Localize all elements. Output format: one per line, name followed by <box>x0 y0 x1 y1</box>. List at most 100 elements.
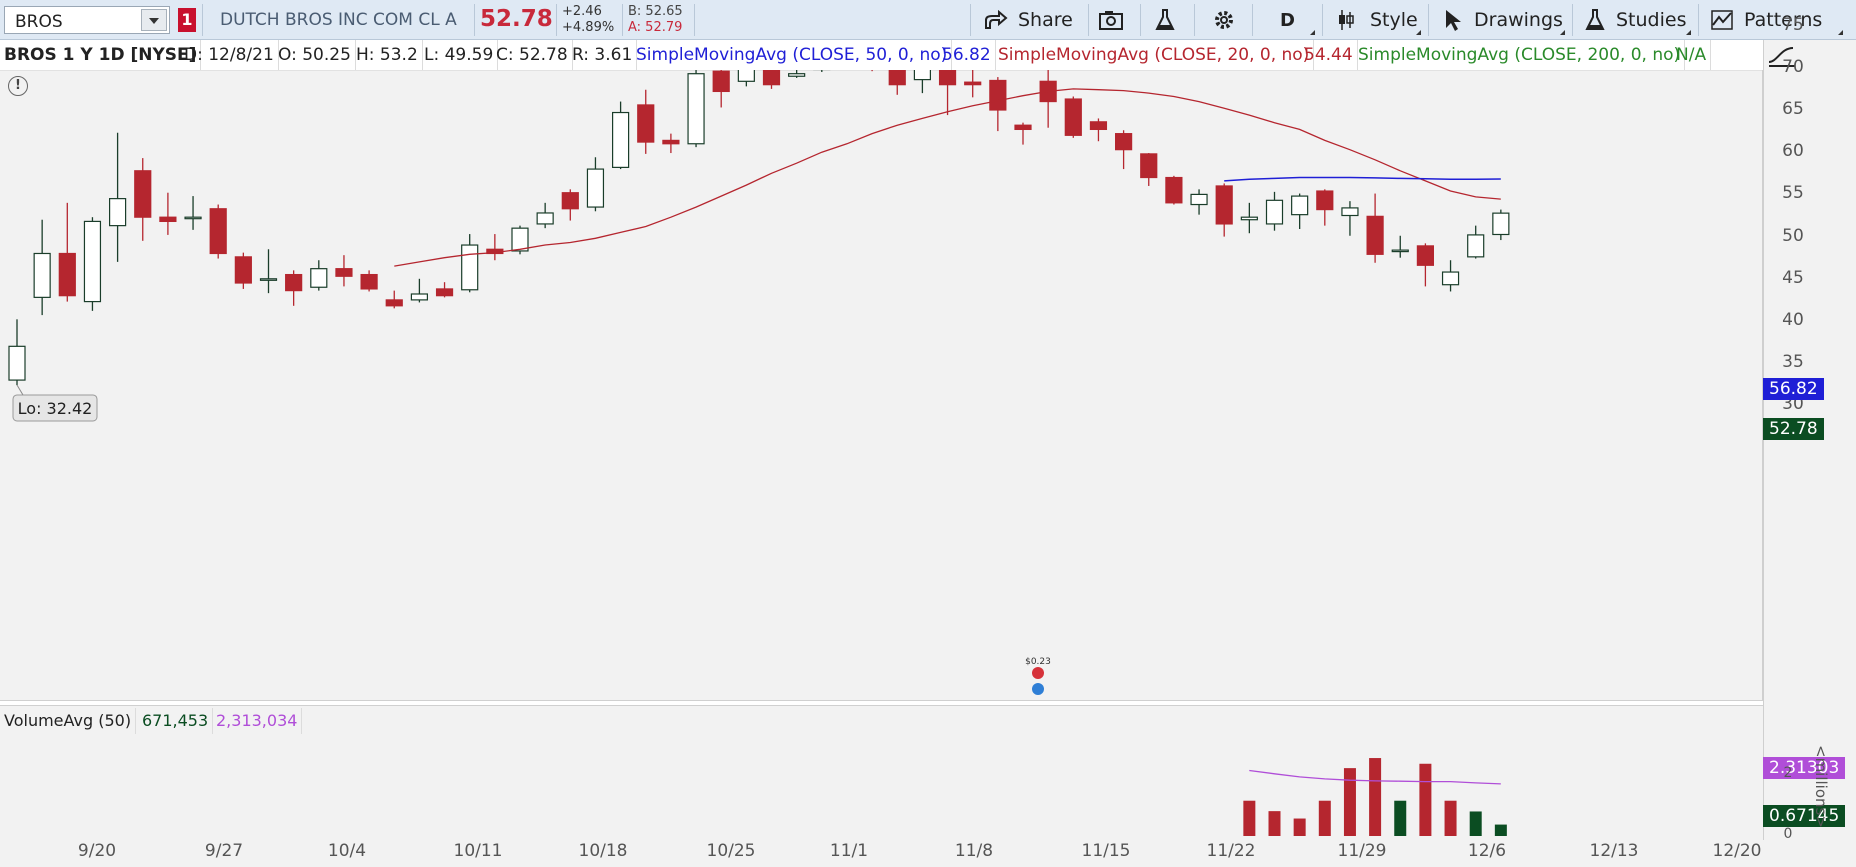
studies-menu-corner <box>1686 30 1691 35</box>
candle-body <box>888 70 906 86</box>
sma50-line <box>1224 176 1501 182</box>
symbol-input[interactable]: BROS <box>4 6 170 34</box>
price-axis-tick: 75 <box>1782 14 1804 35</box>
candle-body <box>461 244 479 291</box>
header-range: R: 3.61 <box>568 40 638 70</box>
ask-price: A: 52.79 <box>628 20 683 35</box>
toolbar-separator <box>1252 4 1253 36</box>
time-axis-tick: 12/6 <box>1467 841 1507 861</box>
candle-body <box>310 268 328 288</box>
toolbar-separator <box>1140 4 1141 36</box>
candle-body <box>385 299 403 307</box>
candle-body <box>1316 190 1334 211</box>
camera-icon <box>1099 11 1123 30</box>
toolbar: BROS 1 DUTCH BROS INC COM CL A 52.78 +2.… <box>0 0 1856 40</box>
flask-icon <box>1155 9 1175 30</box>
share-button[interactable]: Share <box>984 4 1073 36</box>
sma50-price-tag: 56.82 <box>1763 378 1824 400</box>
candle-body <box>687 73 705 145</box>
candle-body <box>662 139 680 145</box>
change-value: +2.46 <box>562 4 602 19</box>
price-axis-tick: 45 <box>1782 267 1804 288</box>
bid-ask: B: 52.65 A: 52.79 <box>628 4 683 36</box>
candle-body <box>360 273 378 290</box>
price-chart: Hi: 81.4Lo: 32.42$0.23 <box>8 70 1510 695</box>
candle-body <box>234 256 252 284</box>
time-axis-tick: 11/29 <box>1337 841 1387 861</box>
candle-body <box>561 192 579 210</box>
sma50-label[interactable]: SimpleMovingAvg (CLOSE, 50, 0, no) <box>632 40 953 70</box>
candle-body <box>611 111 630 168</box>
snapshot-button[interactable] <box>1098 4 1134 36</box>
candle-body <box>788 73 806 77</box>
volume-bar <box>1243 800 1256 836</box>
candle-body <box>1416 245 1435 266</box>
candle-body <box>1341 207 1359 217</box>
link-group-badge[interactable]: 1 <box>178 8 196 32</box>
candle-body <box>989 79 1007 111</box>
net-change: +2.46 +4.89% <box>562 4 614 36</box>
drawings-button[interactable]: Drawings <box>1442 4 1563 36</box>
header-high: H: 53.2 <box>352 40 423 70</box>
volume-chart <box>1243 758 1507 836</box>
price-axis-tick: 50 <box>1782 225 1804 246</box>
chart-title: BROS 1 Y 1D [NYSE] <box>0 40 202 70</box>
candle-body <box>511 227 529 252</box>
candle-body <box>285 273 303 292</box>
toolbar-separator <box>1428 4 1429 36</box>
patterns-menu-corner <box>1838 30 1843 35</box>
candle-body <box>1089 121 1108 131</box>
volume-bar <box>1369 758 1382 836</box>
gear-icon <box>1215 11 1233 29</box>
candle-body <box>33 252 51 298</box>
header-open: O: 50.25 <box>274 40 356 70</box>
volume-bar <box>1469 811 1482 836</box>
change-percent: +4.89% <box>562 20 615 35</box>
volume-study-label[interactable]: VolumeAvg (50) <box>0 708 137 734</box>
studies-label: Studies <box>1616 9 1687 31</box>
toolbar-separator <box>622 4 623 36</box>
sma20-value: 54.44 <box>1300 40 1358 70</box>
candle-body <box>1190 193 1208 206</box>
aggregation-button[interactable]: D <box>1280 4 1295 36</box>
candle-body <box>938 70 957 86</box>
toolbar-separator <box>1572 4 1573 36</box>
sma200-label[interactable]: SimpleMovingAvg (CLOSE, 200, 0, no) <box>1354 40 1686 70</box>
toolbar-separator <box>1322 4 1323 36</box>
symbol-dropdown-button[interactable] <box>141 9 167 31</box>
patterns-icon <box>1711 10 1733 30</box>
candle-body <box>1240 216 1258 221</box>
candles-icon <box>1339 10 1354 30</box>
pane-divider[interactable] <box>0 700 1763 706</box>
time-axis-tick: 9/20 <box>77 841 117 861</box>
time-axis-tick: 11/15 <box>1081 841 1131 861</box>
chart-header: BROS 1 Y 1D [NYSE] D: 12/8/21 O: 50.25 H… <box>0 40 1763 71</box>
earnings-icon <box>1032 683 1044 695</box>
style-button[interactable]: Style <box>1336 4 1418 36</box>
candle-body <box>134 170 152 218</box>
volume-value: 671,453 <box>138 708 214 734</box>
toolbar-separator <box>694 4 695 36</box>
style-label: Style <box>1370 9 1418 31</box>
candle-body <box>586 168 605 208</box>
candle-body <box>964 81 982 86</box>
volume-bar <box>1394 800 1407 836</box>
price-axis-tick: 40 <box>1782 310 1804 330</box>
candle-body <box>536 212 554 225</box>
volume-axis-tick: 0 <box>1783 826 1793 842</box>
time-axis-tick: 10/4 <box>327 841 367 861</box>
low-label: Lo: 32.42 <box>18 399 93 418</box>
candle-body <box>737 70 755 82</box>
flask-icon <box>1585 9 1605 30</box>
bid-price: B: 52.65 <box>628 4 683 19</box>
candle-body <box>1114 133 1133 151</box>
studies-button[interactable]: Studies <box>1584 4 1686 36</box>
aggregation-label: D <box>1280 9 1295 31</box>
thinkscript-lab-button[interactable] <box>1154 4 1186 36</box>
settings-button[interactable] <box>1212 4 1246 36</box>
candle-body <box>712 70 730 93</box>
sma20-label[interactable]: SimpleMovingAvg (CLOSE, 20, 0, no) <box>994 40 1315 70</box>
candle-body <box>83 220 102 303</box>
volume-bar <box>1343 768 1356 836</box>
candle-body <box>1391 249 1409 253</box>
